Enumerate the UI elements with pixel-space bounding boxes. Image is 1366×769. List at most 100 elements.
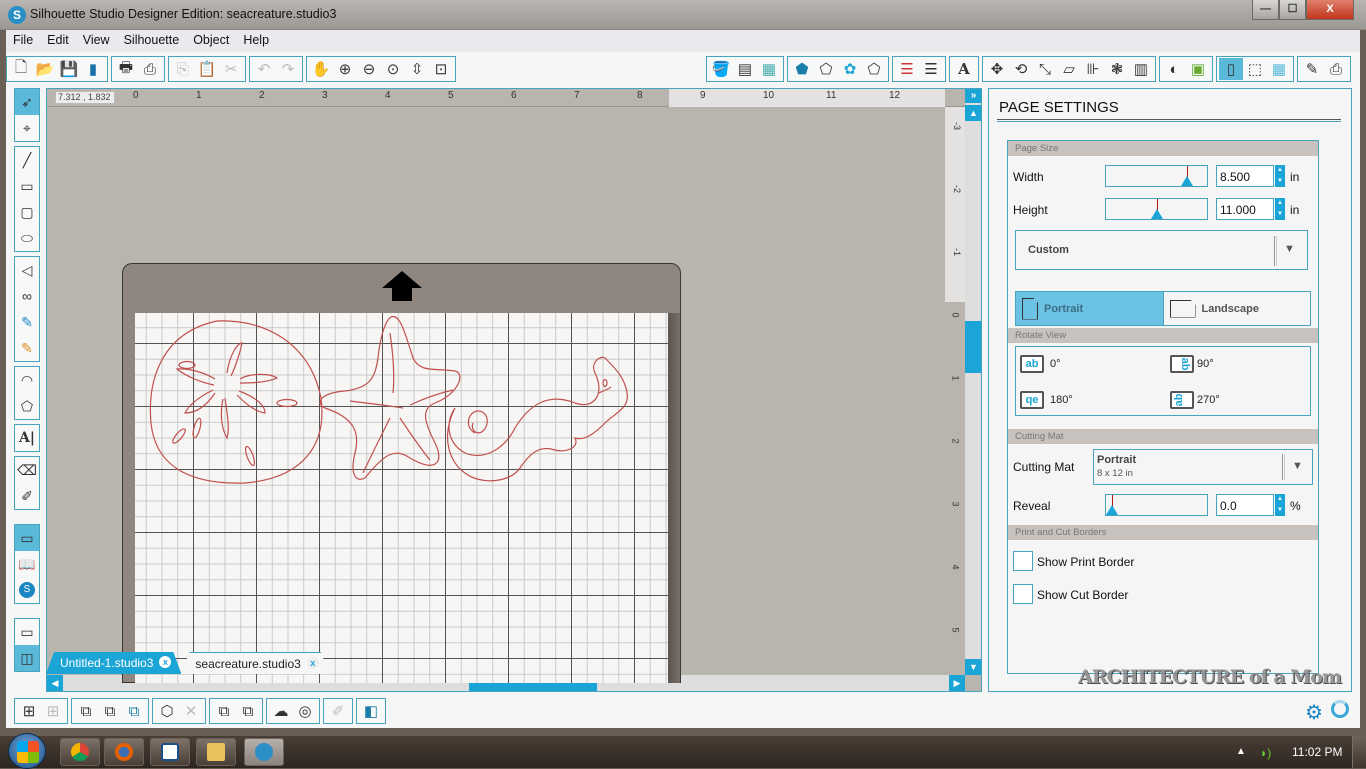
- ellipse-tool-icon[interactable]: ⬭: [15, 225, 39, 251]
- rotate-90-button[interactable]: ab 90°: [1170, 352, 1214, 376]
- fit-to-page-icon[interactable]: ⊡: [429, 58, 453, 80]
- eraser-panel-icon[interactable]: ✎: [1300, 58, 1324, 80]
- release-compound-path-icon[interactable]: ⧉: [98, 700, 122, 722]
- rotate-180-button[interactable]: qe 180°: [1020, 391, 1073, 409]
- trace-tool-icon[interactable]: ✐: [326, 700, 350, 722]
- bring-to-front-icon[interactable]: ⧉: [212, 700, 236, 722]
- eraser-tool-icon[interactable]: ⌫: [15, 457, 39, 483]
- rounded-rectangle-tool-icon[interactable]: ▢: [15, 199, 39, 225]
- portrait-button[interactable]: Portrait: [1016, 292, 1163, 325]
- duplicate-icon[interactable]: ⬡: [155, 700, 179, 722]
- height-input[interactable]: 11.000: [1216, 198, 1274, 220]
- weld-icon[interactable]: ⧉: [122, 700, 146, 722]
- pattern-fill-icon[interactable]: ▦: [757, 58, 781, 80]
- width-input[interactable]: 8.500: [1216, 165, 1274, 187]
- delete-icon[interactable]: ✕: [179, 700, 203, 722]
- rotate-270-button[interactable]: ab 270°: [1170, 388, 1220, 412]
- open-folder-icon[interactable]: 📂: [33, 58, 57, 80]
- zoom-fit-icon[interactable]: ⇳: [405, 58, 429, 80]
- tab-untitled-1[interactable]: Untitled-1.studio3 x: [46, 652, 181, 674]
- network-icon[interactable]: ◗): [1260, 746, 1271, 760]
- transform-icon[interactable]: ✥: [985, 58, 1009, 80]
- undo-icon[interactable]: ↶: [252, 58, 276, 80]
- curve-tool-icon[interactable]: ∞: [15, 283, 39, 309]
- taskbar-silhouette[interactable]: [244, 738, 284, 766]
- sketch-icon[interactable]: ✿: [838, 58, 862, 80]
- rotate-0-button[interactable]: ab 0°: [1020, 355, 1061, 373]
- zoom-select-icon[interactable]: ⊙: [381, 58, 405, 80]
- cut-icon[interactable]: ✂: [219, 58, 243, 80]
- grid-settings-icon[interactable]: ▦: [1267, 58, 1291, 80]
- reveal-slider-handle[interactable]: [1106, 505, 1118, 515]
- single-view-icon[interactable]: ▭: [15, 619, 39, 645]
- design-canvas[interactable]: 7.312 , 1.832 0 1 2 3 4 5 6 7 8 9 10 11 12 -3 -2 -1 0 1 2…: [46, 88, 982, 692]
- zoom-in-icon[interactable]: ⊕: [333, 58, 357, 80]
- close-tab-icon[interactable]: x: [307, 657, 319, 669]
- menu-silhouette[interactable]: Silhouette: [117, 30, 187, 52]
- cut-settings-icon[interactable]: ⬚: [1243, 58, 1267, 80]
- reveal-slider[interactable]: [1105, 494, 1208, 516]
- width-slider-handle[interactable]: [1181, 176, 1193, 186]
- rotate-icon[interactable]: ⟲: [1009, 58, 1033, 80]
- sync-icon[interactable]: [1331, 700, 1349, 718]
- polygon-tool-icon[interactable]: ◁: [15, 257, 39, 283]
- weld-shape-icon[interactable]: ☁: [269, 700, 293, 722]
- reveal-spinner[interactable]: ▲ ▼: [1275, 494, 1285, 516]
- taskbar-firefox[interactable]: [104, 738, 144, 766]
- close-tab-icon[interactable]: x: [159, 656, 171, 668]
- taskbar-inkscape[interactable]: [150, 738, 190, 766]
- text-style-icon[interactable]: A: [952, 58, 976, 80]
- menu-object[interactable]: Object: [186, 30, 236, 52]
- arc-tool-icon[interactable]: ◠: [15, 367, 39, 393]
- fill-color-icon[interactable]: 🪣: [709, 58, 733, 80]
- vertical-scrollbar[interactable]: » ▲ ▼: [965, 89, 981, 675]
- point-edit-tool-icon[interactable]: ⌖: [15, 115, 39, 141]
- print-icon[interactable]: 🖶: [114, 58, 138, 80]
- layers-icon[interactable]: ◧: [359, 700, 383, 722]
- cutting-mat-dropdown[interactable]: Portrait 8 x 12 in ▼: [1093, 449, 1313, 485]
- send-to-silhouette-icon[interactable]: ⎙: [138, 58, 162, 80]
- gear-icon[interactable]: ⚙: [1305, 700, 1323, 725]
- scroll-down-button[interactable]: ▼: [965, 659, 981, 675]
- menu-edit[interactable]: Edit: [40, 30, 76, 52]
- page-settings-icon[interactable]: ▯: [1219, 58, 1243, 80]
- new-document-icon[interactable]: 🗋: [9, 58, 33, 80]
- trace-icon[interactable]: ▣: [1186, 58, 1210, 80]
- zoom-out-icon[interactable]: ⊖: [357, 58, 381, 80]
- send-panel-icon[interactable]: ⎙: [1324, 58, 1348, 80]
- ungroup-icon[interactable]: ⊞: [41, 700, 65, 722]
- line-weight-icon[interactable]: ☰: [895, 58, 919, 80]
- line-dash-icon[interactable]: ☰: [919, 58, 943, 80]
- pan-hand-icon[interactable]: ✋: [309, 58, 333, 80]
- height-slider-handle[interactable]: [1151, 209, 1163, 219]
- group-icon[interactable]: ⊞: [17, 700, 41, 722]
- close-button[interactable]: X: [1306, 0, 1354, 20]
- show-print-border-checkbox[interactable]: [1013, 551, 1033, 571]
- vertical-scroll-thumb[interactable]: [965, 321, 981, 373]
- design-page-icon[interactable]: ▭: [15, 525, 39, 551]
- freehand-tool-icon[interactable]: ✎: [15, 309, 39, 335]
- menu-help[interactable]: Help: [236, 30, 276, 52]
- regular-polygon-tool-icon[interactable]: ⬠: [15, 393, 39, 419]
- clock[interactable]: 11:02 PM: [1292, 745, 1342, 759]
- line-style-icon[interactable]: ⬠: [814, 58, 838, 80]
- split-view-icon[interactable]: ◫: [15, 645, 39, 671]
- save-to-sd-icon[interactable]: ▮: [81, 58, 105, 80]
- replicate-icon[interactable]: ❃: [1105, 58, 1129, 80]
- text-tool-icon[interactable]: A|: [15, 425, 39, 451]
- line-tool-icon[interactable]: ╱: [15, 147, 39, 173]
- library-icon[interactable]: 📖: [15, 551, 39, 577]
- store-icon[interactable]: ◐: [1162, 58, 1186, 80]
- scroll-left-button[interactable]: ◀: [47, 675, 63, 691]
- silhouette-store-icon[interactable]: S: [15, 577, 39, 603]
- gradient-fill-icon[interactable]: ▤: [733, 58, 757, 80]
- align-icon[interactable]: ⊪: [1081, 58, 1105, 80]
- collapse-panel-button[interactable]: »: [965, 89, 981, 103]
- landscape-button[interactable]: Landscape: [1162, 292, 1310, 325]
- modify-icon[interactable]: ▥: [1129, 58, 1153, 80]
- start-button[interactable]: [8, 733, 46, 769]
- scroll-right-button[interactable]: ▶: [949, 675, 965, 691]
- line-color-icon[interactable]: ⬟: [790, 58, 814, 80]
- page-size-dropdown[interactable]: Custom ▼: [1015, 230, 1308, 270]
- send-to-back-icon[interactable]: ⧉: [236, 700, 260, 722]
